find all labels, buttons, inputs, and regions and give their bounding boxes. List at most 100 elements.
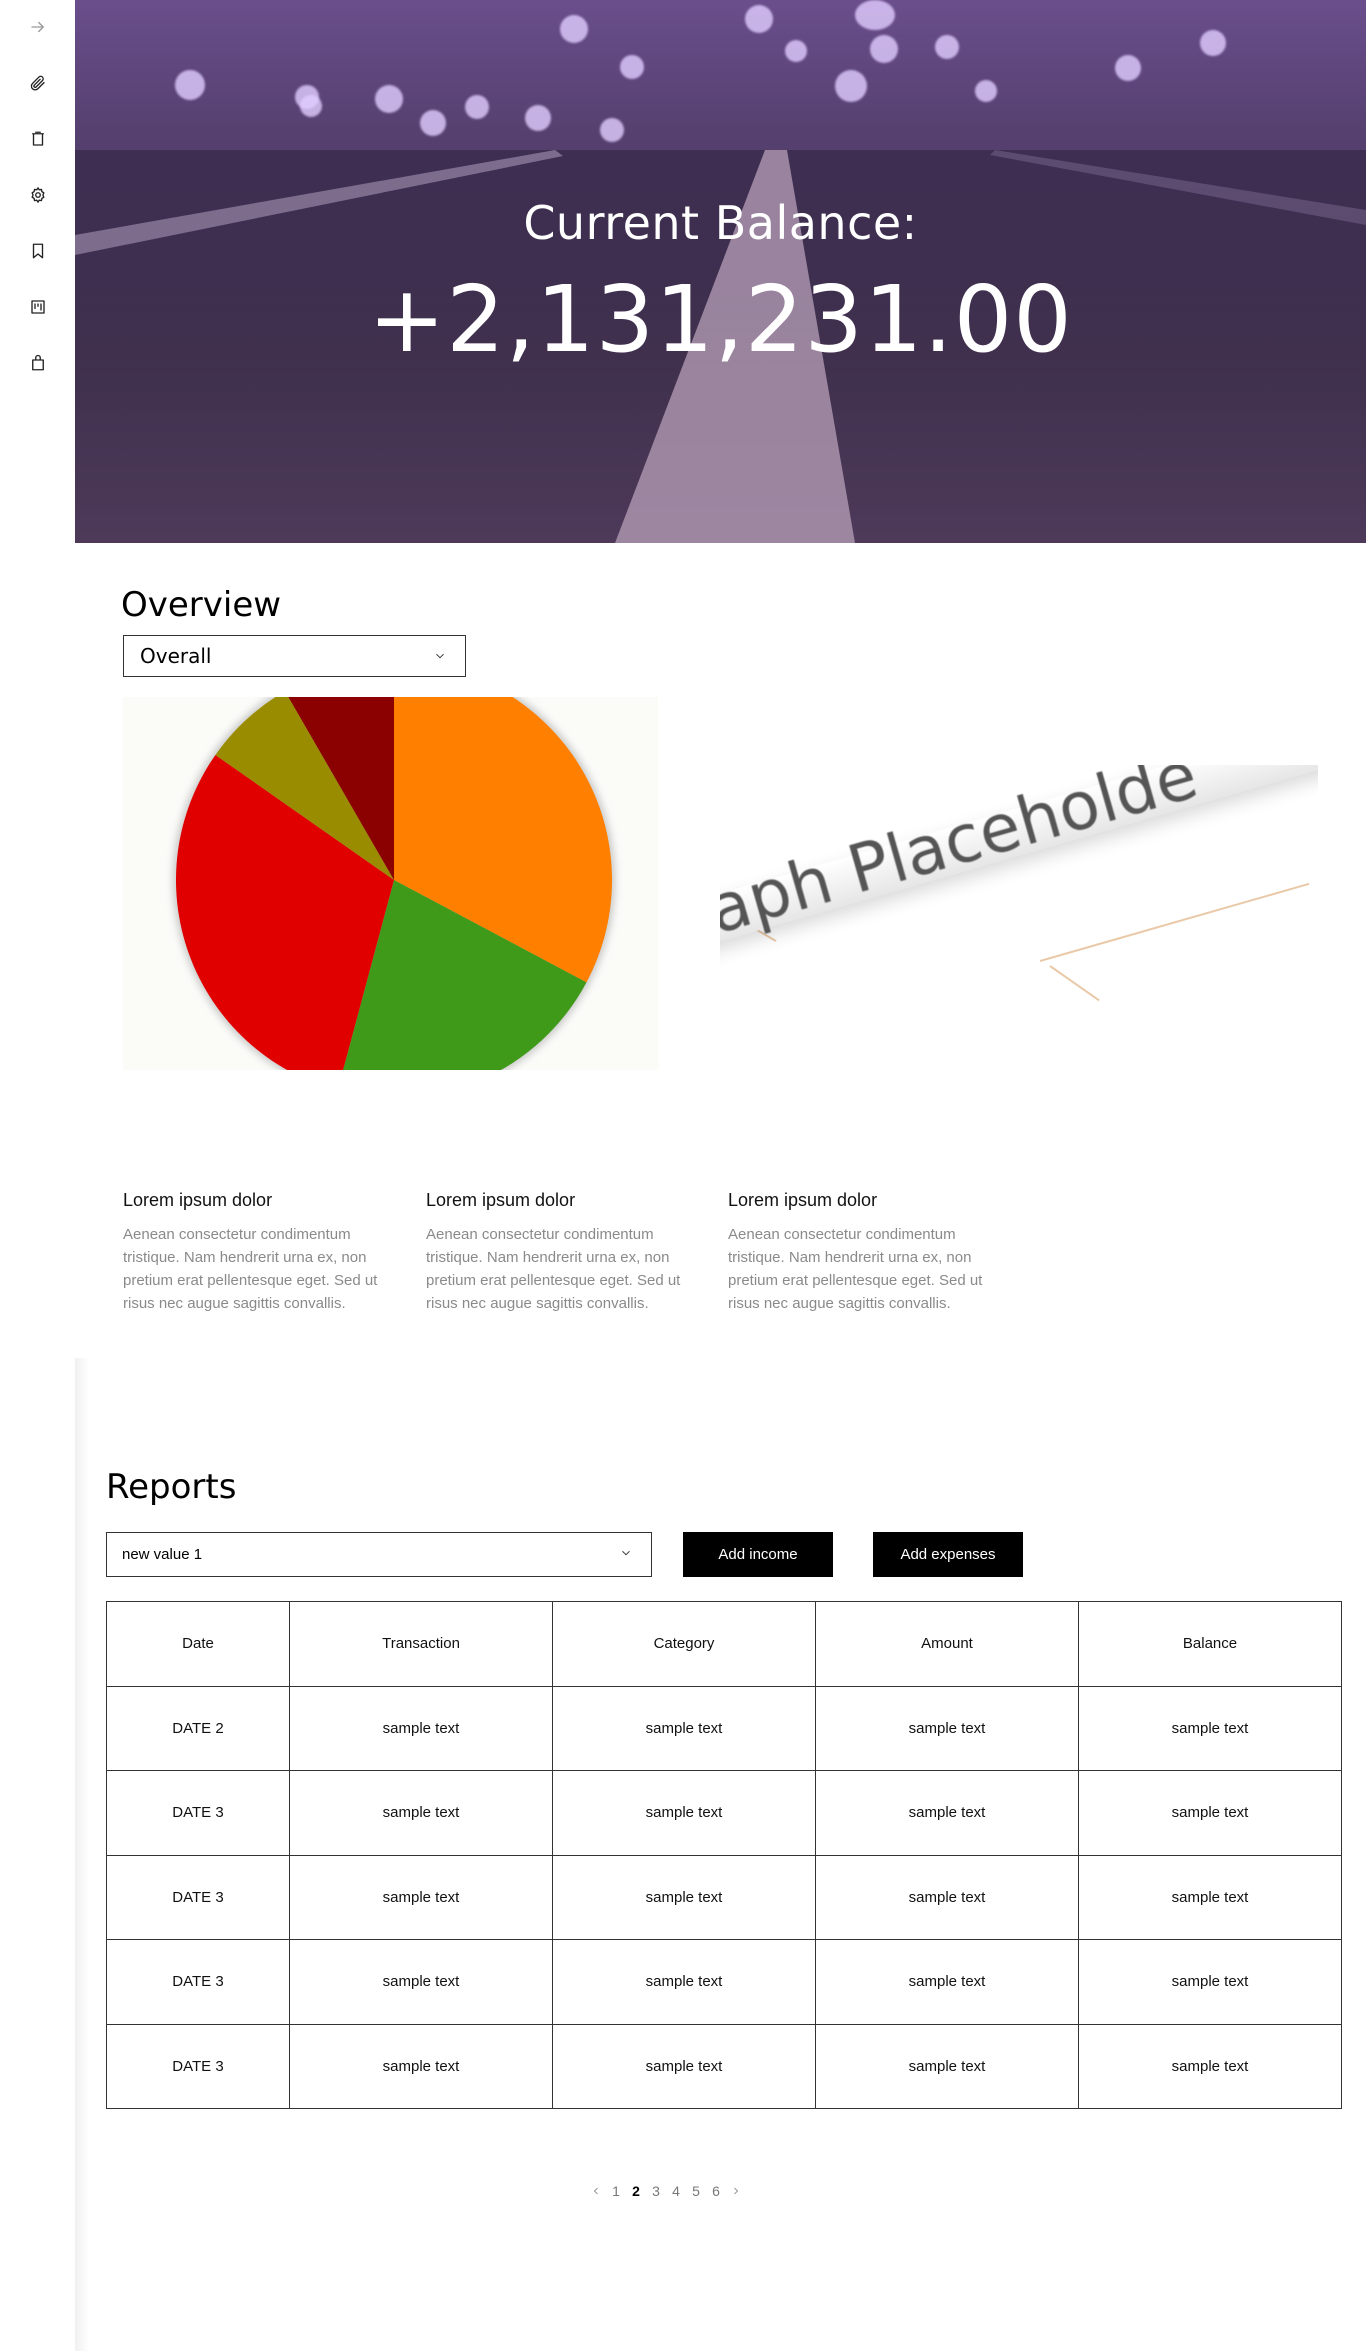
card-text: Aenean consectetur condimentum tristique… bbox=[426, 1226, 681, 1312]
balance-hero: Current Balance: +2,131,231.00 bbox=[75, 0, 1366, 543]
graph-placeholder-text: aph Placeholde bbox=[720, 765, 1206, 950]
table-cell: DATE 3 bbox=[106, 1939, 290, 2025]
report-select-value: new value 1 bbox=[122, 1546, 203, 1563]
chevron-down-icon bbox=[619, 1546, 633, 1564]
graph-line bbox=[1039, 882, 1310, 962]
sidebar-shadow bbox=[75, 1358, 89, 2351]
column-header-date[interactable]: Date bbox=[106, 1601, 290, 1687]
trash-icon[interactable] bbox=[26, 127, 50, 151]
card-text: Aenean consectetur condimentum tristique… bbox=[123, 1226, 378, 1312]
page-link-5[interactable]: 5 bbox=[686, 2183, 706, 2199]
column-header-category[interactable]: Category bbox=[552, 1601, 816, 1687]
table-cell: sample text bbox=[1078, 2023, 1342, 2109]
hero-light bbox=[975, 80, 997, 102]
table-cell: sample text bbox=[1078, 1854, 1342, 1940]
table-cell: sample text bbox=[289, 1685, 553, 1771]
add-income-button[interactable]: Add income bbox=[683, 1532, 833, 1577]
page-link-2[interactable]: 2 bbox=[626, 2183, 646, 2199]
hero-light bbox=[465, 95, 489, 119]
hero-light bbox=[1200, 30, 1226, 56]
paperclip-icon[interactable] bbox=[26, 71, 50, 95]
column-header-amount[interactable]: Amount bbox=[815, 1601, 1079, 1687]
balance-label: Current Balance: bbox=[523, 196, 918, 250]
overview-title: Overview bbox=[121, 585, 282, 625]
hero-light bbox=[785, 40, 807, 62]
table-cell: sample text bbox=[289, 1939, 553, 2025]
table-cell: DATE 3 bbox=[106, 1854, 290, 1940]
gear-icon[interactable] bbox=[26, 183, 50, 207]
table-row[interactable]: DATE 3 sample text sample text sample te… bbox=[106, 2023, 1342, 2109]
report-filter-select[interactable]: new value 1 bbox=[106, 1532, 652, 1577]
card-title: Lorem ipsum dolor bbox=[426, 1190, 576, 1210]
hero-light bbox=[935, 35, 959, 59]
chevron-right-icon[interactable] bbox=[726, 2181, 746, 2201]
hero-light bbox=[560, 15, 588, 43]
table-cell: sample text bbox=[815, 1939, 1079, 2025]
table-header-row: Date Transaction Category Amount Balance bbox=[106, 1601, 1342, 1687]
table-cell: sample text bbox=[1078, 1770, 1342, 1856]
sidebar bbox=[0, 0, 89, 2351]
page-link-3[interactable]: 3 bbox=[646, 2183, 666, 2199]
table-cell: sample text bbox=[815, 1685, 1079, 1771]
table-cell: sample text bbox=[289, 2023, 553, 2109]
table-cell: sample text bbox=[1078, 1939, 1342, 2025]
table-cell: sample text bbox=[1078, 1685, 1342, 1771]
table-cell: sample text bbox=[289, 1854, 553, 1940]
overview-card: Lorem ipsum dolor Aenean consectetur con… bbox=[426, 1190, 686, 1315]
table-cell: sample text bbox=[552, 1770, 816, 1856]
table-row[interactable]: DATE 3 sample text sample text sample te… bbox=[106, 1939, 1342, 2025]
chevron-down-icon bbox=[433, 644, 447, 668]
hero-light bbox=[745, 5, 773, 33]
table-cell: sample text bbox=[815, 1770, 1079, 1856]
card-title: Lorem ipsum dolor bbox=[728, 1190, 878, 1210]
table-cell: sample text bbox=[552, 2023, 816, 2109]
table-cell: sample text bbox=[552, 1854, 816, 1940]
balance-value: +2,131,231.00 bbox=[368, 266, 1073, 373]
overview-select[interactable]: Overall bbox=[123, 635, 466, 677]
table-cell: DATE 3 bbox=[106, 1770, 290, 1856]
column-header-balance[interactable]: Balance bbox=[1078, 1601, 1342, 1687]
hero-light bbox=[835, 70, 867, 102]
overview-select-value: Overall bbox=[140, 644, 212, 668]
hero-light bbox=[600, 118, 624, 142]
page-link-4[interactable]: 4 bbox=[666, 2183, 686, 2199]
card-text: Aenean consectetur condimentum tristique… bbox=[728, 1226, 983, 1312]
table-cell: sample text bbox=[815, 2023, 1079, 2109]
hero-light bbox=[295, 85, 319, 109]
add-expenses-button[interactable]: Add expenses bbox=[873, 1532, 1023, 1577]
graph-placeholder-image: aph Placeholde bbox=[720, 765, 1318, 1060]
pagination: 1 2 3 4 5 6 bbox=[586, 2181, 746, 2201]
shopping-bag-icon[interactable] bbox=[26, 351, 50, 375]
hero-light bbox=[375, 85, 403, 113]
overview-card: Lorem ipsum dolor Aenean consectetur con… bbox=[123, 1190, 383, 1315]
table-cell: sample text bbox=[552, 1685, 816, 1771]
page-link-1[interactable]: 1 bbox=[606, 2183, 626, 2199]
table-cell: sample text bbox=[289, 1770, 553, 1856]
page-link-6[interactable]: 6 bbox=[706, 2183, 726, 2199]
column-header-transaction[interactable]: Transaction bbox=[289, 1601, 553, 1687]
table-cell: sample text bbox=[815, 1854, 1079, 1940]
hero-light bbox=[175, 70, 205, 100]
hero-light bbox=[855, 0, 895, 30]
hero-light bbox=[420, 110, 446, 136]
hero-light bbox=[1115, 55, 1141, 81]
bookmark-icon[interactable] bbox=[26, 239, 50, 263]
table-row[interactable]: DATE 3 sample text sample text sample te… bbox=[106, 1770, 1342, 1856]
board-icon[interactable] bbox=[26, 295, 50, 319]
hero-light bbox=[870, 35, 898, 63]
graph-line bbox=[1049, 965, 1100, 1002]
table-row[interactable]: DATE 3 sample text sample text sample te… bbox=[106, 1854, 1342, 1940]
hero-light bbox=[525, 105, 551, 131]
table-cell: DATE 2 bbox=[106, 1685, 290, 1771]
chevron-left-icon[interactable] bbox=[586, 2181, 606, 2201]
card-title: Lorem ipsum dolor bbox=[123, 1190, 273, 1210]
table-cell: DATE 3 bbox=[106, 2023, 290, 2109]
reports-title: Reports bbox=[106, 1467, 237, 1507]
reports-table: Date Transaction Category Amount Balance… bbox=[106, 1601, 1342, 2109]
arrow-right-icon[interactable] bbox=[26, 15, 50, 39]
hero-light bbox=[620, 55, 644, 79]
overview-card: Lorem ipsum dolor Aenean consectetur con… bbox=[728, 1190, 988, 1315]
table-cell: sample text bbox=[552, 1939, 816, 2025]
table-row[interactable]: DATE 2 sample text sample text sample te… bbox=[106, 1685, 1342, 1771]
pie-chart-image bbox=[123, 697, 658, 1070]
